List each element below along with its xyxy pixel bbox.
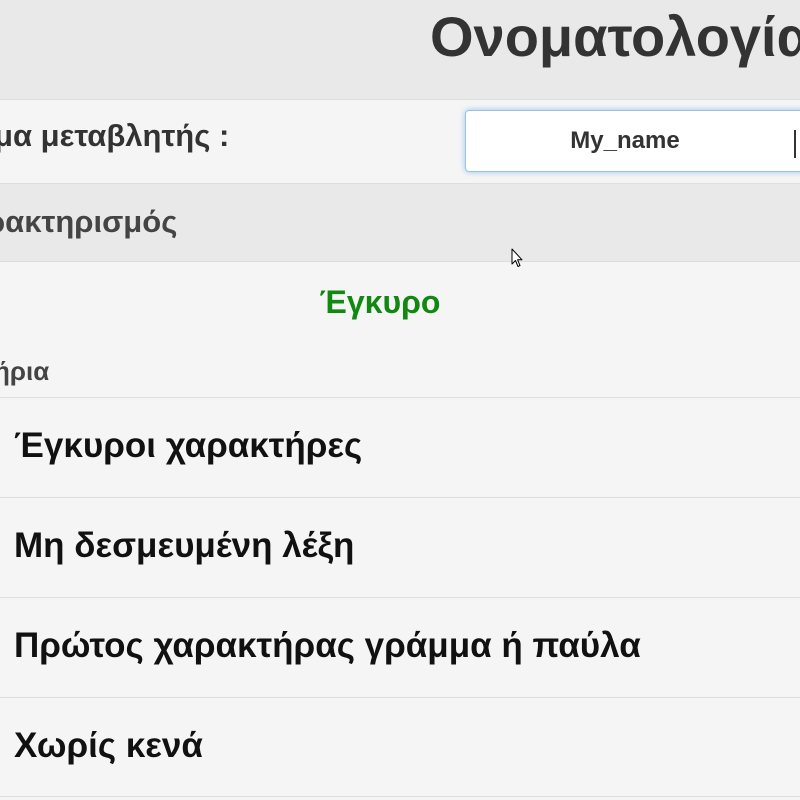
characterization-header: ρακτηρισμός <box>0 184 800 262</box>
criteria-item: Χωρίς κενά <box>0 697 800 797</box>
variable-name-row: μα μεταβλητής : <box>0 100 800 184</box>
page: Ονοματολογία μα μεταβλητής : ρακτηρισμός… <box>0 0 800 800</box>
criteria-item: Μη δεσμευμένη λέξη <box>0 497 800 597</box>
criteria-item: Έγκυροι χαρακτήρες <box>0 397 800 497</box>
criteria-label: ήρια <box>0 356 50 386</box>
header: Ονοματολογία <box>0 0 800 100</box>
characterization-title: ρακτηρισμός <box>0 204 178 239</box>
text-caret <box>794 130 796 158</box>
page-title: Ονοματολογία <box>430 5 800 68</box>
variable-name-input[interactable] <box>465 110 800 172</box>
criteria-item: Πρώτος χαρακτήρας γράμμα ή παύλα <box>0 597 800 697</box>
mouse-pointer-icon <box>511 248 523 267</box>
criteria-item-label: Πρώτος χαρακτήρας γράμμα ή παύλα <box>14 626 641 665</box>
validity-result: Έγκυρο <box>319 284 441 320</box>
criteria-item-label: Χωρίς κενά <box>14 726 203 765</box>
criteria-item-label: Μη δεσμευμένη λέξη <box>14 526 355 565</box>
criteria-list: Έγκυροι χαρακτήρες Μη δεσμευμένη λέξη Πρ… <box>0 397 800 797</box>
variable-name-label: μα μεταβλητής : <box>0 118 230 153</box>
criteria-item-label: Έγκυροι χαρακτήρες <box>14 426 363 465</box>
